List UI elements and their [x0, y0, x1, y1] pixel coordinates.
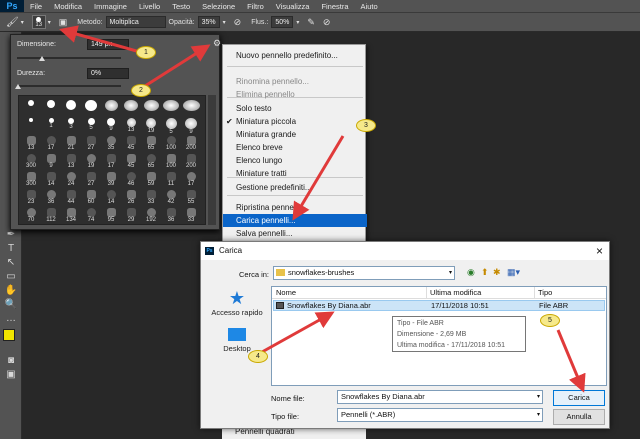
- checkmark-icon: ✔: [226, 117, 233, 126]
- callout-5: 5: [540, 314, 560, 327]
- callout-3: 3: [356, 119, 376, 132]
- arrow-5: [556, 329, 586, 393]
- arrow-1: [59, 25, 141, 54]
- annotation-arrows: [59, 25, 586, 393]
- callout-2: 2: [131, 84, 151, 97]
- arrow-3: [292, 135, 345, 221]
- callout-1: 1: [136, 46, 156, 59]
- callout-4: 4: [248, 350, 268, 363]
- arrow-4: [261, 311, 335, 354]
